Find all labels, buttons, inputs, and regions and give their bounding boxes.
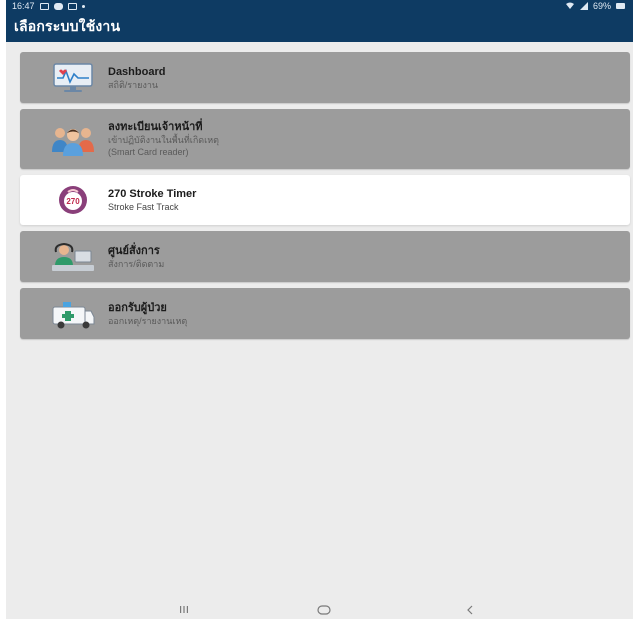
menu-item-stroke-timer[interactable]: 270 270 Stroke Timer Stroke Fast Track <box>20 175 630 225</box>
stroke-timer-icon: 270 <box>50 183 96 217</box>
menu-item-title: Dashboard <box>108 65 166 78</box>
menu-item-subtitle: ออกเหตุ/รายงานเหตุ <box>108 315 188 326</box>
wifi-icon <box>565 2 574 9</box>
monitor-chart-icon <box>50 61 96 95</box>
page-title: เลือกระบบใช้งาน <box>14 18 121 34</box>
menu-item-title: ศูนย์สั่งการ <box>108 244 160 257</box>
status-right: 69% <box>565 1 625 11</box>
device-screen: 16:47 69% เลือกระบบใช้งาน Dashboard สถิต… <box>6 0 633 619</box>
signal-icon <box>579 2 588 10</box>
stroke-timer-badge: 270 <box>66 197 80 206</box>
menu-item-text: ลงทะเบียนเจ้าหน้าที่ เข้าปฏิบัติงานในพื้… <box>108 120 219 158</box>
menu-item-patient-pickup[interactable]: ออกรับผู้ป่วย ออกเหตุ/รายงานเหตุ <box>20 288 630 339</box>
battery-icon <box>616 3 625 9</box>
chat-icon <box>53 2 63 10</box>
menu-item-text: 270 Stroke Timer Stroke Fast Track <box>108 187 196 213</box>
message-icon <box>67 2 77 10</box>
menu-item-subtitle: เข้าปฏิบัติงานในพื้นที่เกิดเหตุ <box>108 135 219 145</box>
staff-group-icon <box>50 122 96 156</box>
recents-icon[interactable] <box>174 602 194 617</box>
home-icon[interactable] <box>312 602 336 617</box>
menu-item-subtitle: Stroke Fast Track <box>108 202 179 212</box>
ambulance-icon <box>50 297 96 331</box>
command-center-icon <box>50 240 96 274</box>
system-nav-bar <box>6 600 633 619</box>
menu-item-subtitle-secondary: (Smart Card reader) <box>108 147 189 157</box>
menu-item-command-center[interactable]: ศูนย์สั่งการ สั่งการ/ติดตาม <box>20 231 630 282</box>
more-dot-icon <box>81 4 85 8</box>
menu-item-title: 270 Stroke Timer <box>108 188 197 200</box>
status-bar: 16:47 69% <box>6 0 633 12</box>
menu-item-subtitle: สั่งการ/ติดตาม <box>108 258 165 269</box>
menu-item-dashboard[interactable]: Dashboard สถิติ/รายงาน <box>20 52 630 103</box>
menu-item-title: ลงทะเบียนเจ้าหน้าที่ <box>108 121 203 133</box>
menu-list: Dashboard สถิติ/รายงาน ลงทะเบียนเจ้าหน้า… <box>20 52 630 345</box>
menu-item-text: ศูนย์สั่งการ สั่งการ/ติดตาม <box>108 244 164 270</box>
gallery-icon <box>39 2 49 10</box>
back-icon[interactable] <box>460 602 480 617</box>
app-bar: เลือกระบบใช้งาน <box>6 12 633 42</box>
menu-item-subtitle: สถิติ/รายงาน <box>108 79 159 90</box>
status-time: 16:47 <box>12 1 35 11</box>
menu-item-staff-registration[interactable]: ลงทะเบียนเจ้าหน้าที่ เข้าปฏิบัติงานในพื้… <box>20 109 630 169</box>
menu-item-text: Dashboard สถิติ/รายงาน <box>108 65 165 91</box>
menu-item-title: ออกรับผู้ป่วย <box>108 301 167 314</box>
battery-percent: 69% <box>592 1 611 11</box>
menu-item-text: ออกรับผู้ป่วย ออกเหตุ/รายงานเหตุ <box>108 301 187 327</box>
status-left: 16:47 <box>12 1 85 11</box>
